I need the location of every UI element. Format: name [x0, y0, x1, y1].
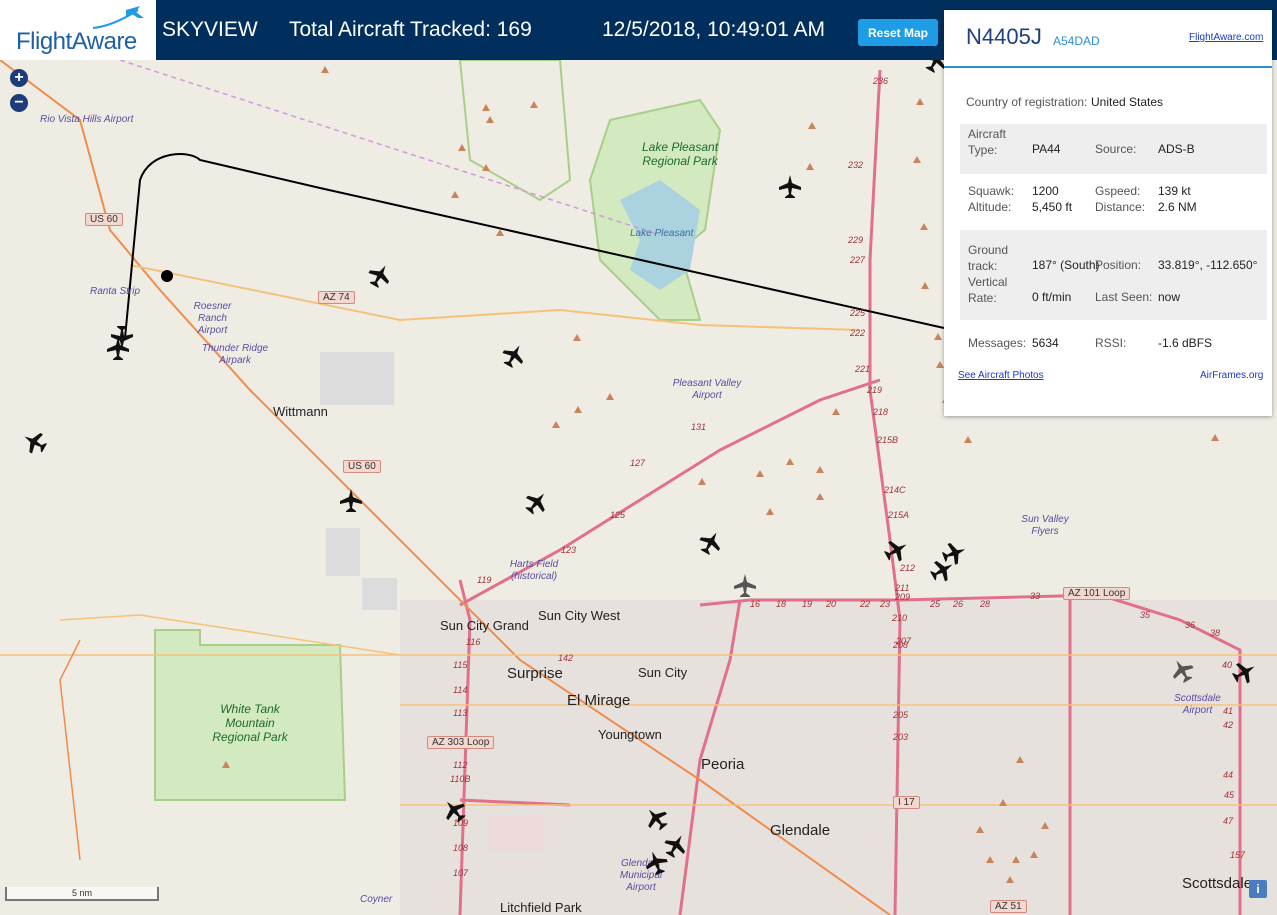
- vrate-value: 0 ft/min: [1032, 290, 1072, 304]
- aircraft-icon[interactable]: [695, 527, 726, 558]
- aircraft-photos-link[interactable]: See Aircraft Photos: [958, 370, 1044, 381]
- aircraft-icon[interactable]: [927, 555, 958, 586]
- gspeed-value: 139 kt: [1158, 184, 1191, 198]
- hex-code: A54DAD: [1053, 34, 1100, 48]
- country-label: Country of registration:: [966, 95, 1088, 109]
- airframes-link[interactable]: AirFrames.org: [1200, 370, 1263, 381]
- position-value: 33.819°, -112.650°: [1158, 258, 1258, 272]
- tracked-count: Total Aircraft Tracked: 169: [289, 18, 532, 41]
- track-row: Ground track: 187° (South) Position: 33.…: [960, 230, 1267, 320]
- messages-value: 5634: [1032, 336, 1059, 350]
- distance-label: Distance:: [1095, 200, 1146, 214]
- aircraft-icon[interactable]: [340, 489, 362, 512]
- aircraft-icon[interactable]: [1229, 657, 1260, 688]
- current-datetime: 12/5/2018, 10:49:01 AM: [602, 18, 826, 41]
- gspeed-label: Gspeed:: [1095, 184, 1141, 198]
- vrate-label: Vertical Rate:: [968, 275, 1008, 305]
- panel-header: N4405J A54DAD FlightAware.com: [944, 10, 1272, 68]
- info-button[interactable]: i: [1249, 880, 1267, 898]
- aircraft-icon[interactable]: [521, 487, 553, 519]
- flightaware-link[interactable]: FlightAware.com: [1189, 32, 1263, 43]
- scale-bar: 5 nm: [5, 887, 159, 901]
- aircraft-icon[interactable]: [881, 535, 912, 566]
- aircraft-icon[interactable]: [1167, 655, 1198, 686]
- aircraft-icon[interactable]: [660, 830, 691, 861]
- lastseen-value: now: [1158, 290, 1181, 304]
- track-value: 187° (South): [1032, 258, 1100, 272]
- squawk-row: Squawk: 1200 Gspeed: 139 kt Altitude: 5,…: [960, 182, 1267, 222]
- source-label: Source:: [1095, 142, 1137, 156]
- squawk-value: 1200: [1032, 184, 1059, 198]
- messages-row: Messages: 5634 RSSI: -1.6 dBFS: [960, 336, 1267, 356]
- rssi-label: RSSI:: [1095, 336, 1127, 350]
- country-value: United States: [1091, 95, 1164, 109]
- aircraft-icon[interactable]: [364, 260, 395, 291]
- aircraft-icon[interactable]: [107, 337, 129, 360]
- squawk-label: Squawk:: [968, 184, 1015, 198]
- aircraft-icon[interactable]: [940, 539, 969, 568]
- aircraft-icon[interactable]: [734, 574, 756, 597]
- reset-map-button[interactable]: Reset Map: [858, 19, 938, 46]
- lastseen-label: Last Seen:: [1095, 290, 1153, 304]
- logo-text: FlightAware: [16, 28, 137, 55]
- aircraft-icon[interactable]: [779, 175, 801, 198]
- app-name: SKYVIEW: [162, 18, 258, 41]
- aircraft-icon[interactable]: [19, 427, 50, 458]
- flightaware-logo[interactable]: FlightAware: [0, 0, 156, 60]
- aircraft-icon[interactable]: [111, 326, 133, 349]
- messages-label: Messages:: [968, 336, 1027, 350]
- source-value: ADS-B: [1158, 142, 1195, 156]
- track-label: Ground track:: [968, 243, 1009, 273]
- position-label: Position:: [1095, 258, 1142, 272]
- altitude-value: 5,450 ft: [1032, 200, 1073, 214]
- aircraft-detail-panel: N4405J A54DAD FlightAware.com Country of…: [944, 10, 1272, 416]
- altitude-label: Altitude:: [968, 200, 1012, 214]
- rssi-value: -1.6 dBFS: [1158, 336, 1213, 350]
- type-value: PA44: [1032, 142, 1061, 156]
- type-row: Aircraft Type: PA44 Source: ADS-B: [960, 124, 1267, 174]
- distance-value: 2.6 NM: [1158, 200, 1197, 214]
- type-label: Aircraft Type:: [968, 127, 1007, 157]
- aircraft-icon[interactable]: [498, 340, 529, 371]
- aircraft-icon[interactable]: [641, 803, 673, 835]
- registration: N4405J: [966, 24, 1042, 49]
- aircraft-icon[interactable]: [439, 795, 471, 827]
